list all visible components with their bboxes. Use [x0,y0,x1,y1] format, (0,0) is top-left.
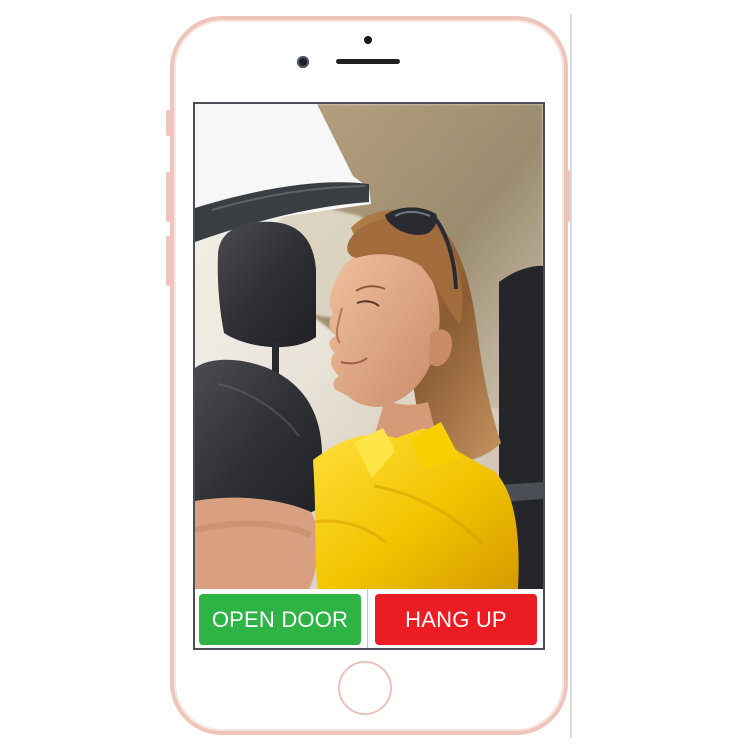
front-camera-icon [297,56,309,68]
speaker-icon [336,59,400,64]
volume-up-button[interactable] [166,172,171,222]
mute-switch[interactable] [166,110,171,136]
page-edge-line [570,14,572,738]
headrest-post [272,342,279,374]
volume-down-button[interactable] [166,236,171,286]
controls-divider [367,589,368,648]
home-button-icon[interactable] [338,661,392,715]
open-door-button[interactable]: OPEN DOOR [199,594,361,645]
video-call-screenshot: OPEN DOOR HANG UP [0,0,750,750]
proximity-sensor-icon [364,36,372,44]
power-button[interactable] [565,170,570,222]
right-arm [195,497,318,589]
hang-up-button[interactable]: HANG UP [375,594,537,645]
left-headrest [217,221,316,348]
video-feed [195,104,543,589]
phone-screen: OPEN DOOR HANG UP [193,102,545,650]
call-controls: OPEN DOOR HANG UP [195,589,543,648]
